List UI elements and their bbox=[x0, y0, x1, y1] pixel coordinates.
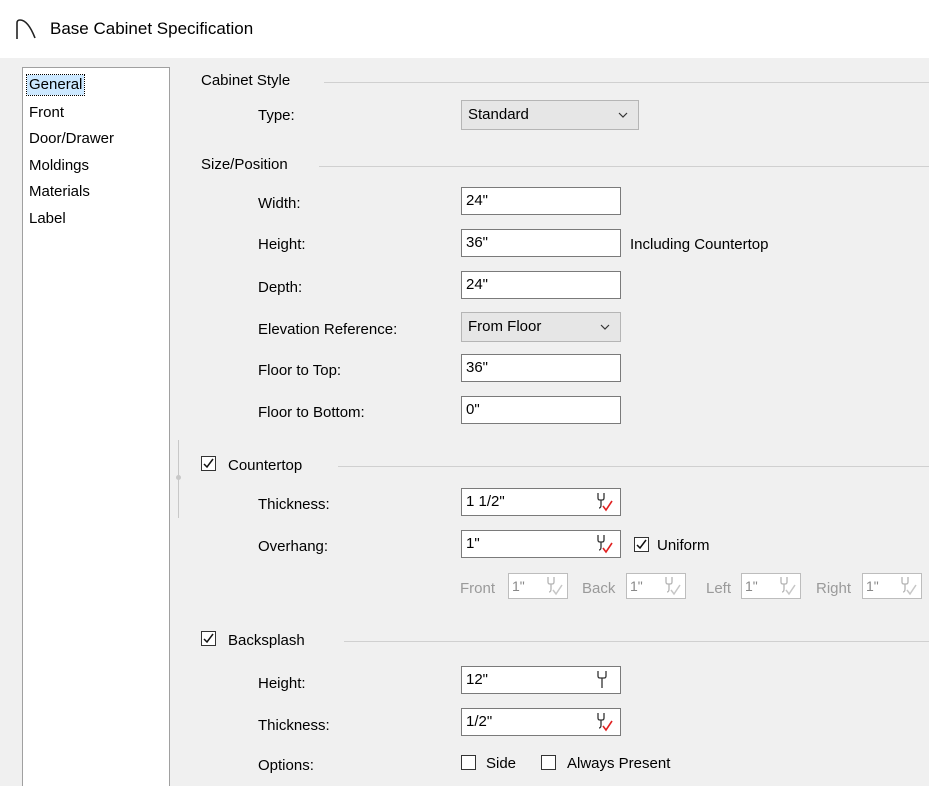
sidebar-item-door-drawer[interactable]: Door/Drawer bbox=[27, 129, 116, 149]
wrench-icon[interactable] bbox=[592, 669, 614, 691]
type-select[interactable]: Standard bbox=[461, 100, 639, 130]
floor-to-top-field[interactable]: 36" bbox=[461, 354, 621, 382]
wrench-check-icon bbox=[901, 577, 917, 596]
countertop-thickness-label: Thickness: bbox=[258, 496, 330, 513]
floor-to-top-label: Floor to Top: bbox=[258, 362, 342, 379]
section-divider bbox=[344, 641, 929, 642]
front-overhang-field: 1" bbox=[508, 573, 568, 599]
width-label: Width: bbox=[258, 195, 301, 212]
backsplash-height-value: 12" bbox=[466, 671, 489, 688]
sidebar-item-front[interactable]: Front bbox=[27, 103, 66, 123]
floor-to-bottom-field[interactable]: 0" bbox=[461, 396, 621, 424]
right-overhang-value: 1" bbox=[866, 578, 879, 594]
backsplash-height-label: Height: bbox=[258, 675, 306, 692]
left-overhang-label: Left bbox=[706, 580, 732, 597]
backsplash-checkbox[interactable] bbox=[201, 631, 216, 646]
side-checkbox[interactable] bbox=[461, 755, 476, 770]
wrench-check-icon bbox=[547, 577, 563, 596]
chevron-down-icon bbox=[600, 324, 610, 330]
checkmark-icon bbox=[636, 539, 647, 550]
back-overhang-value: 1" bbox=[630, 578, 643, 594]
depth-field[interactable]: 24" bbox=[461, 271, 621, 299]
countertop-thickness-field[interactable]: 1 1/2" bbox=[461, 488, 621, 516]
splitter-grip bbox=[176, 475, 181, 480]
wrench-check-icon bbox=[780, 577, 796, 596]
side-label: Side bbox=[486, 755, 517, 772]
options-label: Options: bbox=[258, 757, 314, 774]
wrench-check-icon[interactable] bbox=[592, 711, 614, 733]
backsplash-thickness-value: 1/2" bbox=[466, 713, 493, 730]
cabinet-arc-icon bbox=[16, 19, 36, 39]
title-bar: Base Cabinet Specification bbox=[0, 0, 929, 58]
back-overhang-field: 1" bbox=[626, 573, 686, 599]
overhang-field[interactable]: 1" bbox=[461, 530, 621, 558]
floor-to-bottom-label: Floor to Bottom: bbox=[258, 404, 365, 421]
elevation-reference-value: From Floor bbox=[468, 318, 542, 335]
elevation-reference-select[interactable]: From Floor bbox=[461, 312, 621, 342]
chevron-down-icon bbox=[618, 112, 628, 118]
right-overhang-field: 1" bbox=[862, 573, 922, 599]
size-position-header: Size/Position bbox=[201, 156, 288, 173]
wrench-check-icon bbox=[665, 577, 681, 596]
checkmark-icon bbox=[203, 633, 214, 644]
checkmark-icon bbox=[203, 458, 214, 469]
sidebar-item-moldings[interactable]: Moldings bbox=[27, 156, 91, 176]
uniform-label: Uniform bbox=[657, 537, 710, 554]
countertop-thickness-value: 1 1/2" bbox=[466, 493, 505, 510]
section-divider bbox=[338, 466, 929, 467]
backsplash-height-field[interactable]: 12" bbox=[461, 666, 621, 694]
wrench-check-icon[interactable] bbox=[592, 491, 614, 513]
sidebar-item-general[interactable]: General bbox=[25, 74, 86, 96]
cabinet-style-header: Cabinet Style bbox=[201, 72, 291, 89]
front-overhang-value: 1" bbox=[512, 578, 525, 594]
sidebar-item-label[interactable]: Label bbox=[27, 209, 68, 229]
elevation-reference-label: Elevation Reference: bbox=[258, 321, 398, 338]
always-present-checkbox[interactable] bbox=[541, 755, 556, 770]
always-present-label: Always Present bbox=[567, 755, 671, 772]
backsplash-thickness-label: Thickness: bbox=[258, 717, 330, 734]
section-divider bbox=[319, 166, 929, 167]
wrench-check-icon[interactable] bbox=[592, 533, 614, 555]
height-label: Height: bbox=[258, 236, 306, 253]
backsplash-header: Backsplash bbox=[228, 632, 305, 649]
front-overhang-label: Front bbox=[460, 580, 496, 597]
uniform-checkbox[interactable] bbox=[634, 537, 649, 552]
left-overhang-field: 1" bbox=[741, 573, 801, 599]
countertop-header: Countertop bbox=[228, 457, 303, 474]
overhang-value: 1" bbox=[466, 535, 480, 552]
section-divider bbox=[324, 82, 929, 83]
countertop-checkbox[interactable] bbox=[201, 456, 216, 471]
type-value: Standard bbox=[468, 106, 529, 123]
overhang-label: Overhang: bbox=[258, 538, 329, 555]
left-overhang-value: 1" bbox=[745, 578, 758, 594]
width-field[interactable]: 24" bbox=[461, 187, 621, 215]
right-overhang-label: Right bbox=[816, 580, 852, 597]
height-field[interactable]: 36" bbox=[461, 229, 621, 257]
back-overhang-label: Back bbox=[582, 580, 616, 597]
window-title: Base Cabinet Specification bbox=[50, 19, 254, 38]
backsplash-thickness-field[interactable]: 1/2" bbox=[461, 708, 621, 736]
sidebar-item-materials[interactable]: Materials bbox=[27, 182, 92, 202]
depth-label: Depth: bbox=[258, 279, 303, 296]
type-label: Type: bbox=[258, 107, 295, 124]
sidebar-nav: General Front Door/Drawer Moldings Mater… bbox=[22, 67, 170, 786]
height-note: Including Countertop bbox=[630, 236, 769, 253]
